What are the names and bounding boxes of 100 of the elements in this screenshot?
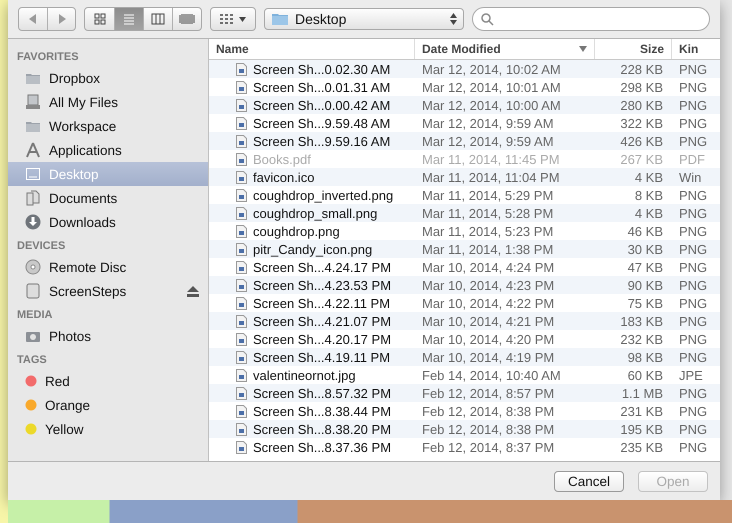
date-cell-text: Mar 11, 2014, 5:28 PM: [421, 206, 554, 220]
files-icon: [25, 94, 41, 110]
date-cell-text: Mar 10, 2014, 4:19 PM: [421, 350, 556, 364]
column-header[interactable]: Kin: [671, 39, 720, 59]
file-name: Screen Sh...4.21.07 PM: [209, 314, 414, 328]
kind-cell-text: PNG: [678, 242, 708, 256]
sidebar-item[interactable]: Dropbox: [8, 66, 208, 90]
file-row[interactable]: Screen Sh...4.23.53 PM Mar 10, 2014, 4:23 PM 90 KB PNG: [209, 276, 720, 294]
file-row[interactable]: coughdrop_small.png Mar 11, 2014, 5:28 PM 4 KB PNG: [209, 204, 720, 222]
dialog-button[interactable]: Cancel: [554, 470, 624, 492]
file-name: coughdrop_inverted.png: [209, 188, 414, 202]
kind-cell-text: PNG: [678, 260, 708, 274]
kind-cell-text: PNG: [678, 296, 708, 310]
columns-icon: [151, 13, 165, 25]
column-header[interactable]: Size: [594, 39, 671, 59]
image-file-icon: [236, 224, 247, 238]
image-file-icon: [236, 386, 247, 400]
file-name: coughdrop_small.png: [209, 206, 414, 220]
date-cell-text: Feb 12, 2014, 8:57 PM: [421, 386, 556, 400]
search-field[interactable]: [472, 7, 710, 31]
image-file-icon: [236, 152, 247, 166]
file-row[interactable]: Screen Sh...4.21.07 PM Mar 10, 2014, 4:21 PM 183 KB PNG: [209, 312, 720, 330]
file-name: Screen Sh...4.19.11 PM: [209, 350, 414, 364]
grid-icon: [94, 13, 106, 25]
kind-cell-text: PNG: [678, 116, 708, 130]
file-name: Screen Sh...4.24.17 PM: [209, 260, 414, 274]
sidebar-item[interactable]: Orange: [8, 393, 208, 417]
date-cell-text: Mar 10, 2014, 4:22 PM: [421, 296, 556, 310]
kind-cell-text: PNG: [678, 314, 708, 328]
kind-cell-text: PNG: [678, 332, 708, 346]
file-name: Screen Sh...0.00.42 AM: [209, 98, 414, 112]
image-file-icon: [236, 242, 247, 256]
file-row[interactable]: Screen Sh...9.59.16 AM Mar 12, 2014, 9:59 AM 426 KB PNG: [209, 132, 720, 150]
file-row[interactable]: Screen Sh...0.02.30 AM Mar 12, 2014, 10:02 AM 228 KB PNG: [209, 60, 720, 78]
size-cell-text: 322 KB: [619, 116, 664, 130]
size-cell-text: 228 KB: [619, 62, 664, 76]
sidebar-item[interactable]: Photos: [8, 324, 208, 348]
sidebar-item[interactable]: All My Files: [8, 90, 208, 114]
file-row[interactable]: Screen Sh...8.38.20 PM Feb 12, 2014, 8:38 PM 195 KB PNG: [209, 420, 720, 438]
size-cell-text: 426 KB: [619, 134, 664, 148]
image-file-icon: [236, 170, 247, 184]
sidebar-item[interactable]: Documents: [8, 186, 208, 210]
back-arrow-icon: [29, 14, 37, 24]
date-cell-text: Mar 11, 2014, 5:29 PM: [421, 188, 554, 202]
section-heading: FAVORITES: [16, 50, 80, 65]
sidebar-item[interactable]: Remote Disc: [8, 255, 208, 279]
documents-icon: [25, 190, 41, 206]
drive-icon: [25, 283, 41, 299]
image-file-icon: [236, 260, 247, 274]
up-down-arrows-icon: [450, 13, 457, 25]
column-header[interactable]: Name: [209, 39, 414, 59]
applications-icon: [25, 142, 41, 158]
date-cell-text: Feb 12, 2014, 8:38 PM: [421, 422, 556, 436]
kind-cell-text: PNG: [678, 134, 708, 148]
file-row[interactable]: Screen Sh...0.00.42 AM Mar 12, 2014, 10:00 AM 280 KB PNG: [209, 96, 720, 114]
search-icon: [481, 12, 494, 26]
size-cell-text: 8 KB: [634, 188, 664, 202]
file-row[interactable]: favicon.ico Mar 11, 2014, 11:04 PM 4 KB Win: [209, 168, 720, 186]
kind-cell-text: PNG: [678, 278, 708, 292]
sidebar-item[interactable]: Workspace: [8, 114, 208, 138]
size-cell-text: 30 KB: [626, 242, 664, 256]
sidebar-item[interactable]: ScreenSteps: [8, 279, 208, 303]
section-heading: DEVICES: [16, 239, 66, 254]
file-row[interactable]: Screen Sh...4.19.11 PM Mar 10, 2014, 4:19 PM 98 KB PNG: [209, 348, 720, 366]
date-cell-text: Mar 12, 2014, 10:02 AM: [421, 62, 562, 76]
sidebar-item[interactable]: Downloads: [8, 210, 208, 234]
date-cell-text: Mar 12, 2014, 9:59 AM: [421, 116, 555, 130]
image-file-icon: [236, 296, 247, 310]
date-cell-text: Mar 12, 2014, 10:00 AM: [421, 98, 562, 112]
file-name: Screen Sh...4.20.17 PM: [209, 332, 414, 346]
kind-cell-text: PNG: [678, 188, 708, 202]
size-cell-text: 98 KB: [626, 350, 664, 364]
file-name: Screen Sh...8.37.36 PM: [209, 440, 414, 454]
sidebar-item[interactable]: Applications: [8, 138, 208, 162]
file-row[interactable]: Screen Sh...8.57.32 PM Feb 12, 2014, 8:57 PM 1.1 MB PNG: [209, 384, 720, 402]
size-cell-text: 231 KB: [619, 404, 664, 418]
date-cell-text: Mar 11, 2014, 11:04 PM: [421, 170, 561, 184]
image-file-icon: [236, 206, 247, 220]
sidebar-item[interactable]: Red: [8, 369, 208, 393]
sidebar-item[interactable]: Yellow: [8, 417, 208, 441]
date-cell-text: Mar 11, 2014, 1:38 PM: [421, 242, 554, 256]
file-row[interactable]: pitr_Candy_icon.png Mar 11, 2014, 1:38 PM 30 KB PNG: [209, 240, 720, 258]
file-name: Screen Sh...8.38.20 PM: [209, 422, 414, 436]
file-name: Screen Sh...0.02.30 AM: [209, 62, 414, 76]
date-cell-text: Mar 12, 2014, 10:01 AM: [421, 80, 562, 94]
size-cell-text: 4 KB: [634, 206, 664, 220]
sort-arrow-icon: [579, 46, 587, 52]
kind-cell-text: PNG: [678, 386, 708, 400]
size-cell-text: 235 KB: [619, 440, 664, 454]
date-cell-text: Feb 12, 2014, 8:37 PM: [421, 440, 556, 454]
file-name: pitr_Candy_icon.png: [209, 242, 414, 256]
date-cell-text: Mar 10, 2014, 4:24 PM: [421, 260, 556, 274]
date-cell-text: Feb 12, 2014, 8:38 PM: [421, 404, 556, 418]
date-cell-text: Mar 10, 2014, 4:23 PM: [421, 278, 556, 292]
eject-icon[interactable]: [187, 286, 199, 296]
arrange-icon: [219, 14, 247, 24]
file-name: coughdrop.png: [209, 224, 414, 238]
location-popup[interactable]: Desktop: [264, 8, 464, 30]
column-header[interactable]: Date Modified: [414, 39, 594, 59]
list-icon: [123, 13, 135, 25]
